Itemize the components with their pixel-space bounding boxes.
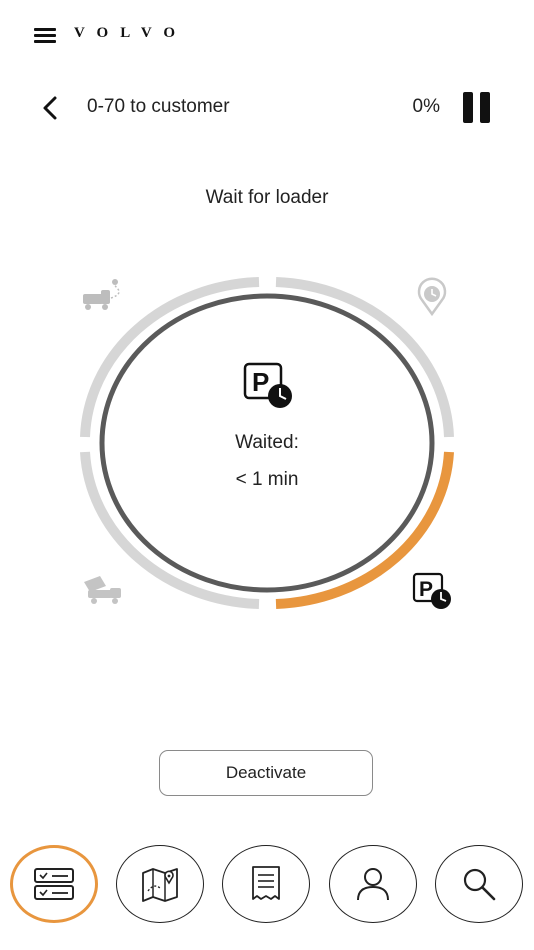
location-clock-icon: [417, 277, 447, 317]
receipt-icon: [252, 866, 280, 900]
back-chevron-icon[interactable]: [38, 94, 64, 122]
pause-button[interactable]: [463, 92, 491, 124]
waited-value: < 1 min: [235, 469, 299, 490]
parking-clock-icon: P: [243, 362, 292, 408]
nav-search-button[interactable]: [435, 845, 523, 923]
map-icon: [142, 868, 178, 902]
brand-logo: VOLVO: [74, 25, 188, 41]
svg-text:P: P: [252, 367, 269, 397]
step-title: Wait for loader: [205, 187, 329, 208]
nav-map-button[interactable]: [116, 845, 204, 923]
svg-text:P: P: [419, 578, 433, 601]
mixer-truck-icon: [84, 576, 121, 604]
truck-route-icon: [83, 279, 120, 310]
hamburger-menu-icon[interactable]: [34, 26, 58, 44]
nav-tasks-button[interactable]: [10, 845, 98, 923]
checklist-icon: [34, 868, 74, 900]
route-title: 0-70 to customer: [87, 96, 230, 117]
waited-label: Waited:: [235, 432, 299, 453]
nav-profile-button[interactable]: [329, 845, 417, 923]
deactivate-button[interactable]: Deactivate: [159, 750, 373, 796]
progress-percent: 0%: [412, 96, 440, 117]
parking-clock-milestone-icon: P: [412, 572, 451, 609]
person-icon: [357, 868, 389, 901]
search-icon: [463, 868, 496, 901]
nav-documents-button[interactable]: [222, 845, 310, 923]
app-screen: VOLVO 0-70 to customer 0% Wait for loade…: [0, 0, 534, 950]
